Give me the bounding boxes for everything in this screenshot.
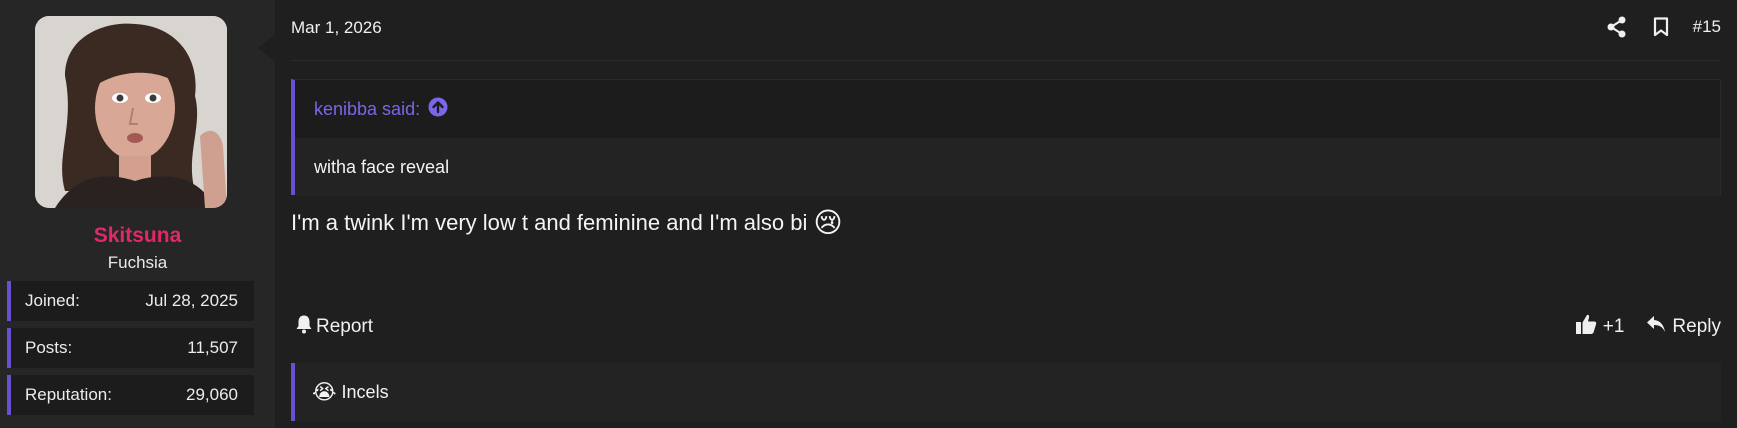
stat-posts: Posts: 11,507 [7, 328, 254, 368]
stat-reputation: Reputation: 29,060 [7, 375, 254, 415]
stat-joined: Joined: Jul 28, 2025 [7, 281, 254, 321]
username[interactable]: Skitsuna [0, 224, 275, 248]
header-divider [291, 60, 1721, 61]
reply-arrow-icon [1646, 315, 1666, 339]
quote-author[interactable]: kenibba said: [314, 99, 420, 120]
like-count: +1 [1602, 316, 1625, 337]
quote-header[interactable]: kenibba said: [295, 80, 1720, 138]
stat-label: Reputation: [25, 385, 112, 404]
thumbs-up-icon [1575, 313, 1597, 341]
bell-icon [295, 314, 313, 340]
report-label: Report [316, 316, 374, 337]
report-button[interactable]: Report [295, 314, 373, 340]
stat-value: 11,507 [187, 338, 238, 357]
post-message: I'm a twink I'm very low t and feminine … [291, 206, 843, 239]
user-panel: Skitsuna Fuchsia Joined: Jul 28, 2025 Po… [0, 0, 275, 428]
post-date[interactable]: Mar 1, 2026 [291, 18, 382, 38]
stat-value: 29,060 [186, 385, 238, 404]
reaction-list[interactable]: 😭 Incels [291, 363, 1721, 421]
like-button[interactable]: +1 [1575, 313, 1625, 341]
post-number[interactable]: #15 [1693, 17, 1721, 37]
post-header-actions: #15 [1605, 15, 1721, 39]
arrow-up-circle-icon[interactable] [428, 97, 448, 122]
panel-pointer [258, 34, 275, 62]
reply-button[interactable]: Reply [1646, 315, 1721, 339]
avatar[interactable] [35, 16, 227, 208]
reaction-label[interactable]: Incels [342, 382, 389, 403]
stat-label: Posts: [25, 338, 73, 357]
avatar-image [35, 16, 227, 208]
share-icon[interactable] [1605, 15, 1629, 39]
loudly-crying-emoji: 😭 [312, 380, 337, 404]
post-reactions: +1 Reply [1575, 313, 1721, 341]
quote-text: witha face reveal [295, 138, 1720, 196]
crying-face-emoji: 😢 [813, 207, 843, 238]
bookmark-icon[interactable] [1649, 15, 1673, 39]
stat-label: Joined: [25, 291, 80, 310]
stat-value: Jul 28, 2025 [145, 291, 238, 310]
reply-label: Reply [1672, 316, 1721, 337]
user-title: Fuchsia [107, 253, 168, 272]
message-text: I'm a twink I'm very low t and feminine … [291, 209, 808, 235]
quote-block: kenibba said: witha face reveal [291, 79, 1721, 196]
